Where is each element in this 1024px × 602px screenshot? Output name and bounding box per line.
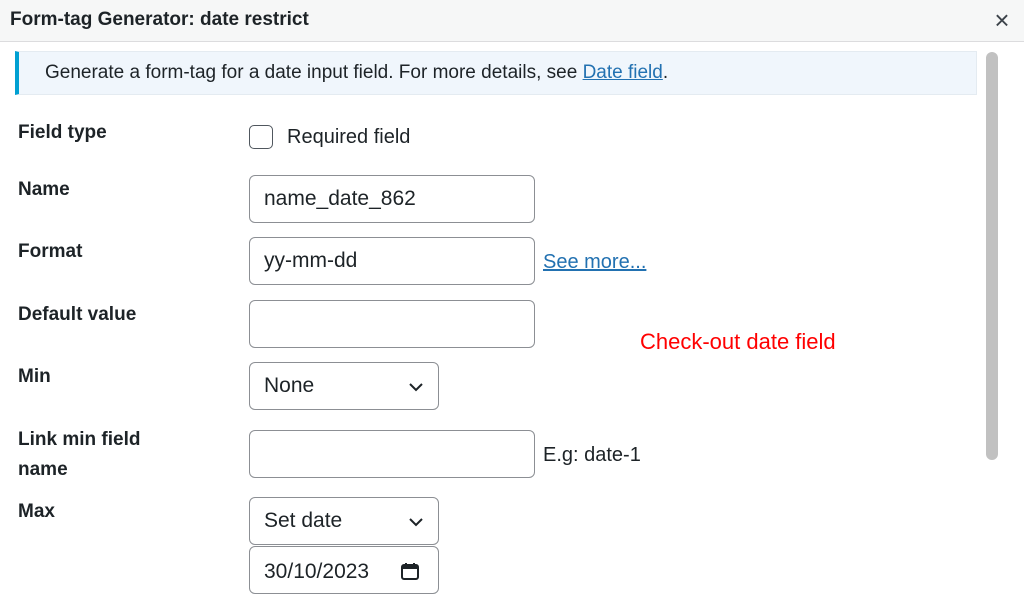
max-date-input[interactable]: 30/10/2023 [249,546,439,594]
required-field-checkbox[interactable] [249,125,273,149]
link-min-input[interactable] [249,430,535,478]
format-input[interactable] [249,237,535,285]
dialog-titlebar: Form-tag Generator: date restrict × [0,0,1024,42]
notice-text: Generate a form-tag for a date input fie… [45,62,668,84]
date-field-link[interactable]: Date field [583,62,663,83]
min-select-value: None [264,374,315,397]
default-value-input[interactable] [249,300,535,348]
required-field-label[interactable]: Required field [287,126,410,149]
link-min-hint: E.g: date-1 [543,444,641,466]
check-out-annotation: Check-out date field [640,329,836,354]
see-more-link[interactable]: See more... [543,251,646,274]
chevron-down-icon [408,379,424,400]
min-label: Min [18,366,51,387]
min-select[interactable]: None [249,362,439,410]
dialog-title: Form-tag Generator: date restrict [10,9,309,30]
notice-message: Generate a form-tag for a date input fie… [45,62,583,83]
format-label: Format [18,241,83,262]
max-select-value: Set date [264,509,343,532]
link-min-label-line2: name [18,459,68,480]
field-type-label: Field type [18,122,107,143]
chevron-down-icon [408,514,424,535]
scrollbar-thumb[interactable] [986,52,998,460]
default-value-label: Default value [18,304,137,325]
link-min-label-line1: Link min field [18,429,141,450]
calendar-icon[interactable] [400,561,420,586]
close-icon[interactable]: × [986,4,1018,36]
max-label: Max [18,501,55,522]
name-label: Name [18,179,70,200]
info-notice: Generate a form-tag for a date input fie… [15,51,977,95]
max-date-value: 30/10/2023 [264,560,370,583]
name-input[interactable] [249,175,535,223]
max-select[interactable]: Set date [249,497,439,545]
notice-suffix: . [662,62,669,83]
